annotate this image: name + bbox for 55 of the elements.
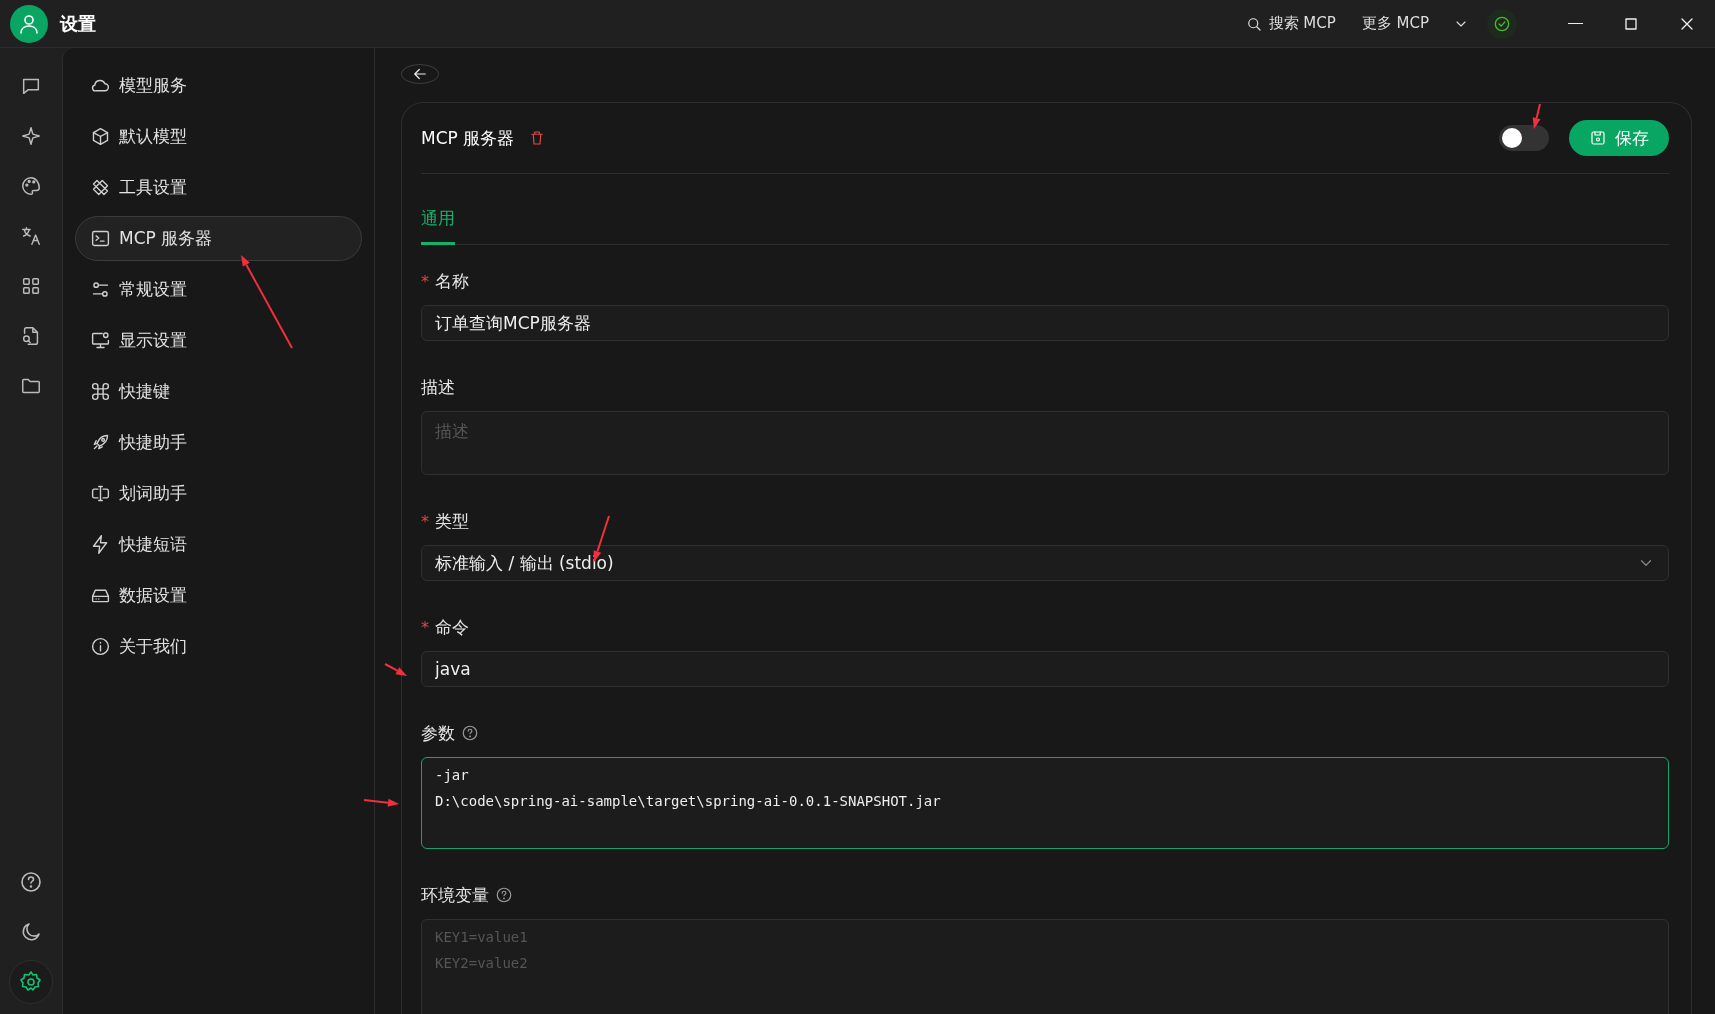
sliders-icon	[90, 279, 111, 300]
sidebar-item[interactable]: 快捷助手	[75, 420, 362, 465]
rail-button[interactable]	[9, 960, 53, 1004]
text-field[interactable]: java	[421, 651, 1669, 687]
field-label: 类型	[435, 509, 469, 533]
required-mark: *	[421, 617, 429, 637]
more-mcp-button[interactable]: 更多 MCP	[1361, 14, 1469, 33]
text-area[interactable]: -jar D:\code\spring-ai-sample\target\spring-ai-0.0.1-SNAPSHOT.jar	[421, 757, 1669, 849]
sparkle-icon	[20, 125, 42, 147]
command-icon	[90, 381, 111, 402]
field-label: 名称	[435, 269, 469, 293]
sidebar-item[interactable]: 模型服务	[75, 63, 362, 108]
sidebar-item[interactable]: 常规设置	[75, 267, 362, 312]
settings-icon	[19, 970, 43, 994]
text-area[interactable]: 描述	[421, 411, 1669, 475]
field-label: 描述	[421, 375, 455, 399]
palette-icon	[20, 175, 42, 197]
window-title: 设置	[60, 11, 96, 36]
avatar[interactable]	[10, 4, 48, 43]
annotation-arrow	[1532, 103, 1541, 129]
sidebar-item[interactable]: 默认模型	[75, 114, 362, 159]
annotation-arrow	[384, 663, 407, 676]
sidebar-item[interactable]: MCP 服务器	[75, 216, 362, 261]
help-icon	[461, 724, 479, 742]
search-button[interactable]: 搜索 MCP	[1244, 14, 1336, 33]
server-title: MCP 服务器	[421, 126, 515, 150]
help-icon	[495, 886, 513, 904]
sidebar-item[interactable]: 工具设置	[75, 165, 362, 210]
field-label: 参数	[421, 721, 455, 745]
sidebar-item[interactable]: 数据设置	[75, 573, 362, 618]
help-icon	[19, 870, 43, 894]
minimize-icon	[1567, 22, 1583, 25]
text-cursor-icon	[90, 483, 111, 504]
required-mark: *	[421, 271, 429, 291]
annotation-arrow	[363, 798, 399, 807]
text-area[interactable]: KEY1=value1 KEY2=value2	[421, 919, 1669, 1014]
dropdown[interactable]: 标准输入 / 输出 (stdio)	[421, 545, 1669, 581]
sidebar-item[interactable]: 显示设置	[75, 318, 362, 363]
sidebar-item[interactable]: 快捷键	[75, 369, 362, 414]
grid-icon	[20, 275, 42, 297]
field-label: 命令	[435, 615, 469, 639]
cube-icon	[90, 126, 111, 147]
sidebar-item[interactable]: 关于我们	[75, 624, 362, 669]
terminal-icon	[90, 228, 111, 249]
tab[interactable]: 通用	[421, 207, 455, 245]
text-field[interactable]: 订单查询MCP服务器	[421, 305, 1669, 341]
sidebar-item[interactable]: 划词助手	[75, 471, 362, 516]
required-mark: *	[421, 511, 429, 531]
translate-icon	[20, 225, 42, 247]
field-label: 环境变量	[421, 883, 489, 907]
monitor-icon	[90, 330, 111, 351]
sidebar-item[interactable]: 快捷短语	[75, 522, 362, 567]
info-icon	[90, 636, 111, 657]
enable-toggle[interactable]	[1499, 125, 1549, 151]
tools-icon	[90, 177, 111, 198]
